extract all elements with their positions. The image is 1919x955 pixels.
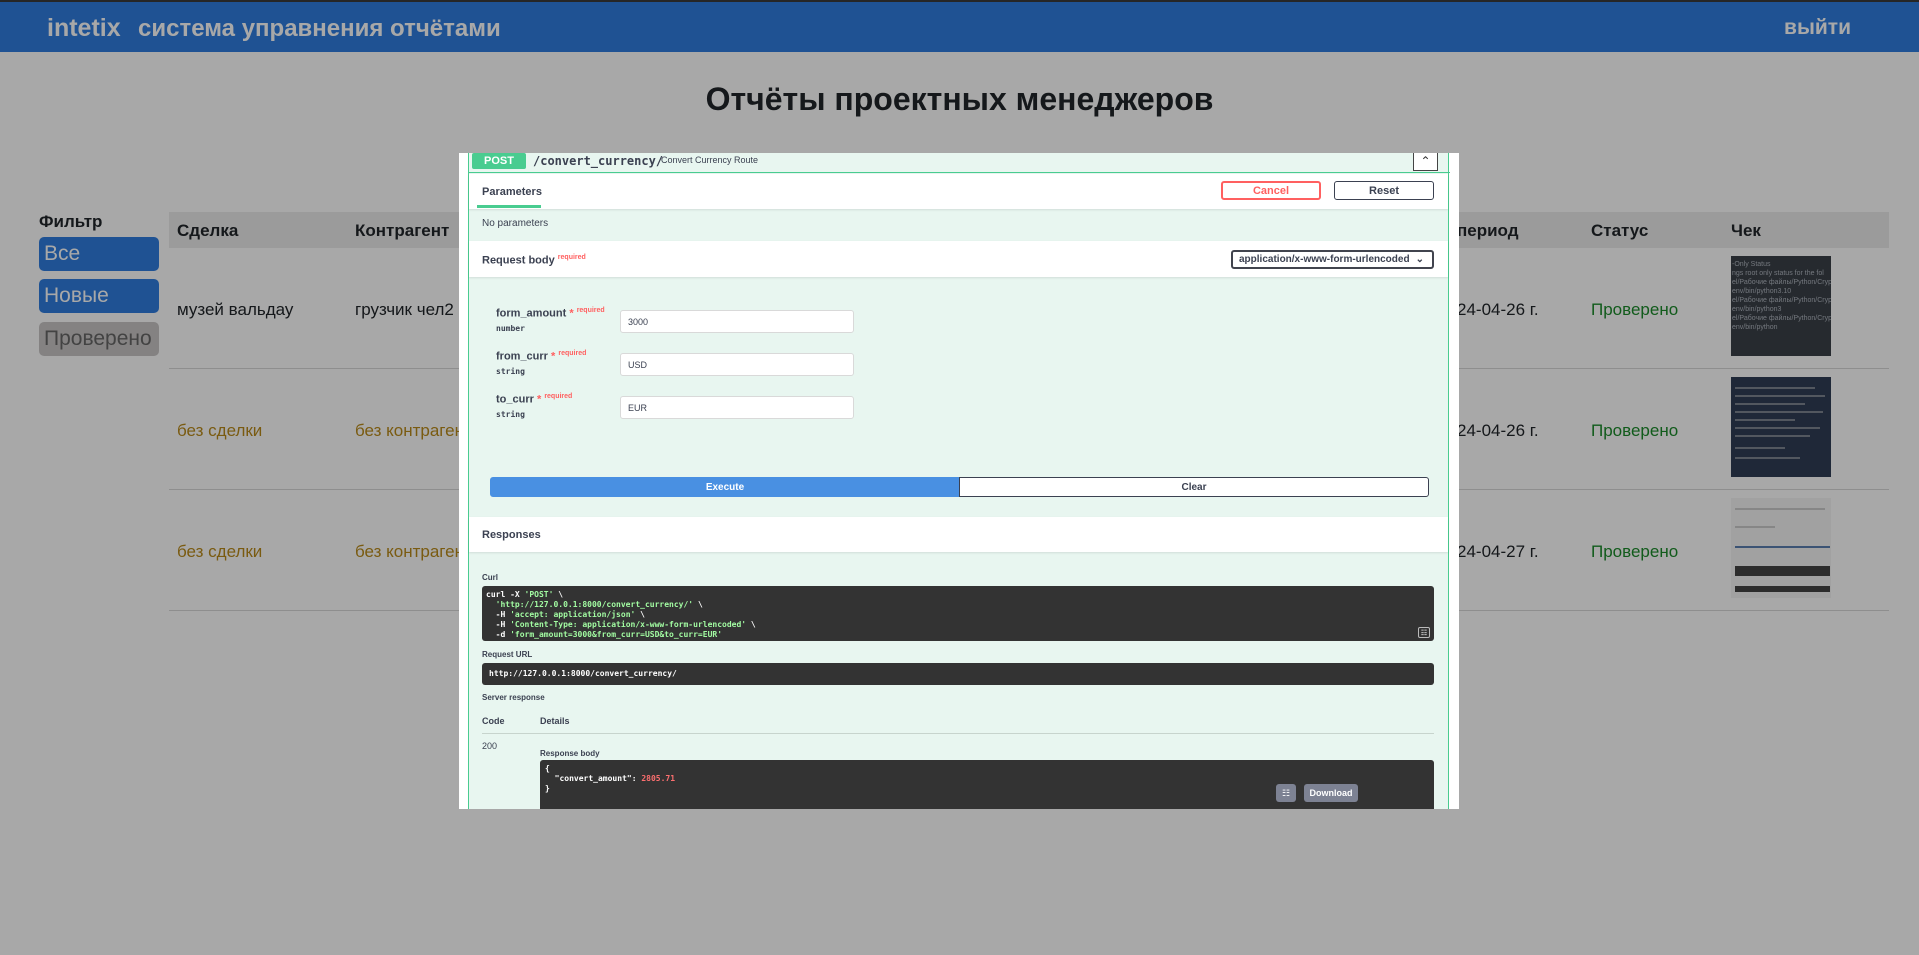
curl-line: -H 'accept: application/json' \	[486, 610, 645, 619]
method-badge: POST	[472, 153, 526, 169]
parameters-bar: Parameters Cancel Reset	[469, 174, 1448, 209]
response-body-block[interactable]: { "convert_amount": 2805.71 }	[540, 760, 1434, 809]
no-parameters-text: No parameters	[482, 218, 549, 229]
content-type-value: application/x-www-form-urlencoded	[1239, 254, 1410, 265]
clear-button[interactable]: Clear	[959, 477, 1429, 497]
request-url-label: Request URL	[482, 650, 533, 659]
execute-button[interactable]: Execute	[490, 477, 960, 497]
endpoint-summary: Convert Currency Route	[661, 155, 759, 165]
to-curr-input[interactable]	[620, 396, 854, 419]
copy-to-clipboard-icon[interactable]: ☷	[1276, 784, 1296, 802]
from-curr-input[interactable]	[620, 353, 854, 376]
param-name-to-curr: to_curr * required	[496, 393, 573, 406]
divider	[482, 733, 1434, 734]
param-name-from-curr: from_curr * required	[496, 350, 587, 363]
operation-block: POST /convert_currency/ Convert Currency…	[468, 153, 1450, 809]
download-button[interactable]: Download	[1304, 784, 1358, 802]
server-response-label: Server response	[482, 693, 545, 702]
content-type-select[interactable]: application/x-www-form-urlencoded ⌄	[1231, 250, 1434, 269]
param-name-form-amount: form_amount * required	[496, 307, 605, 320]
curl-line: -H 'Content-Type: application/x-www-form…	[486, 620, 756, 629]
param-type-to-curr: string	[496, 410, 525, 419]
collapse-chevron-up-icon[interactable]: ⌃	[1413, 153, 1438, 171]
request-body-bar: Request body required application/x-www-…	[469, 241, 1448, 277]
code-column-header: Code	[482, 716, 505, 726]
response-code: 200	[482, 741, 498, 751]
details-column-header: Details	[540, 716, 570, 726]
operation-summary[interactable]: POST /convert_currency/ Convert Currency…	[469, 153, 1450, 173]
chevron-down-icon: ⌄	[1415, 254, 1424, 265]
cancel-button[interactable]: Cancel	[1221, 181, 1321, 200]
copy-icon[interactable]: ☷	[1418, 627, 1430, 638]
param-type-from-curr: string	[496, 367, 525, 376]
request-url-value: http://127.0.0.1:8000/convert_currency/	[489, 669, 677, 678]
curl-code-block[interactable]: curl -X 'POST' \ 'http://127.0.0.1:8000/…	[482, 586, 1434, 641]
curl-line: -d 'form_amount=3000&from_curr=USD&to_cu…	[486, 630, 723, 639]
json-line: {	[545, 764, 550, 773]
response-body-label: Response body	[540, 749, 600, 758]
curl-line: curl -X 'POST' \	[486, 590, 564, 599]
responses-label: Responses	[482, 529, 541, 541]
tab-underline	[477, 205, 541, 208]
curl-line: 'http://127.0.0.1:8000/convert_currency/…	[495, 600, 703, 609]
reset-button[interactable]: Reset	[1334, 181, 1434, 200]
param-type-form-amount: number	[496, 324, 525, 333]
responses-bar: Responses	[469, 517, 1448, 552]
json-line: }	[545, 784, 550, 793]
json-line: "convert_amount": 2805.71	[545, 774, 676, 783]
request-body-label: Request body required	[482, 254, 586, 267]
tab-parameters[interactable]: Parameters	[482, 186, 542, 198]
curl-label: Curl	[482, 573, 498, 582]
endpoint-path: /convert_currency/	[533, 154, 664, 168]
form-amount-input[interactable]	[620, 310, 854, 333]
swagger-modal: POST /convert_currency/ Convert Currency…	[459, 153, 1459, 809]
request-url-box[interactable]: http://127.0.0.1:8000/convert_currency/	[482, 663, 1434, 685]
